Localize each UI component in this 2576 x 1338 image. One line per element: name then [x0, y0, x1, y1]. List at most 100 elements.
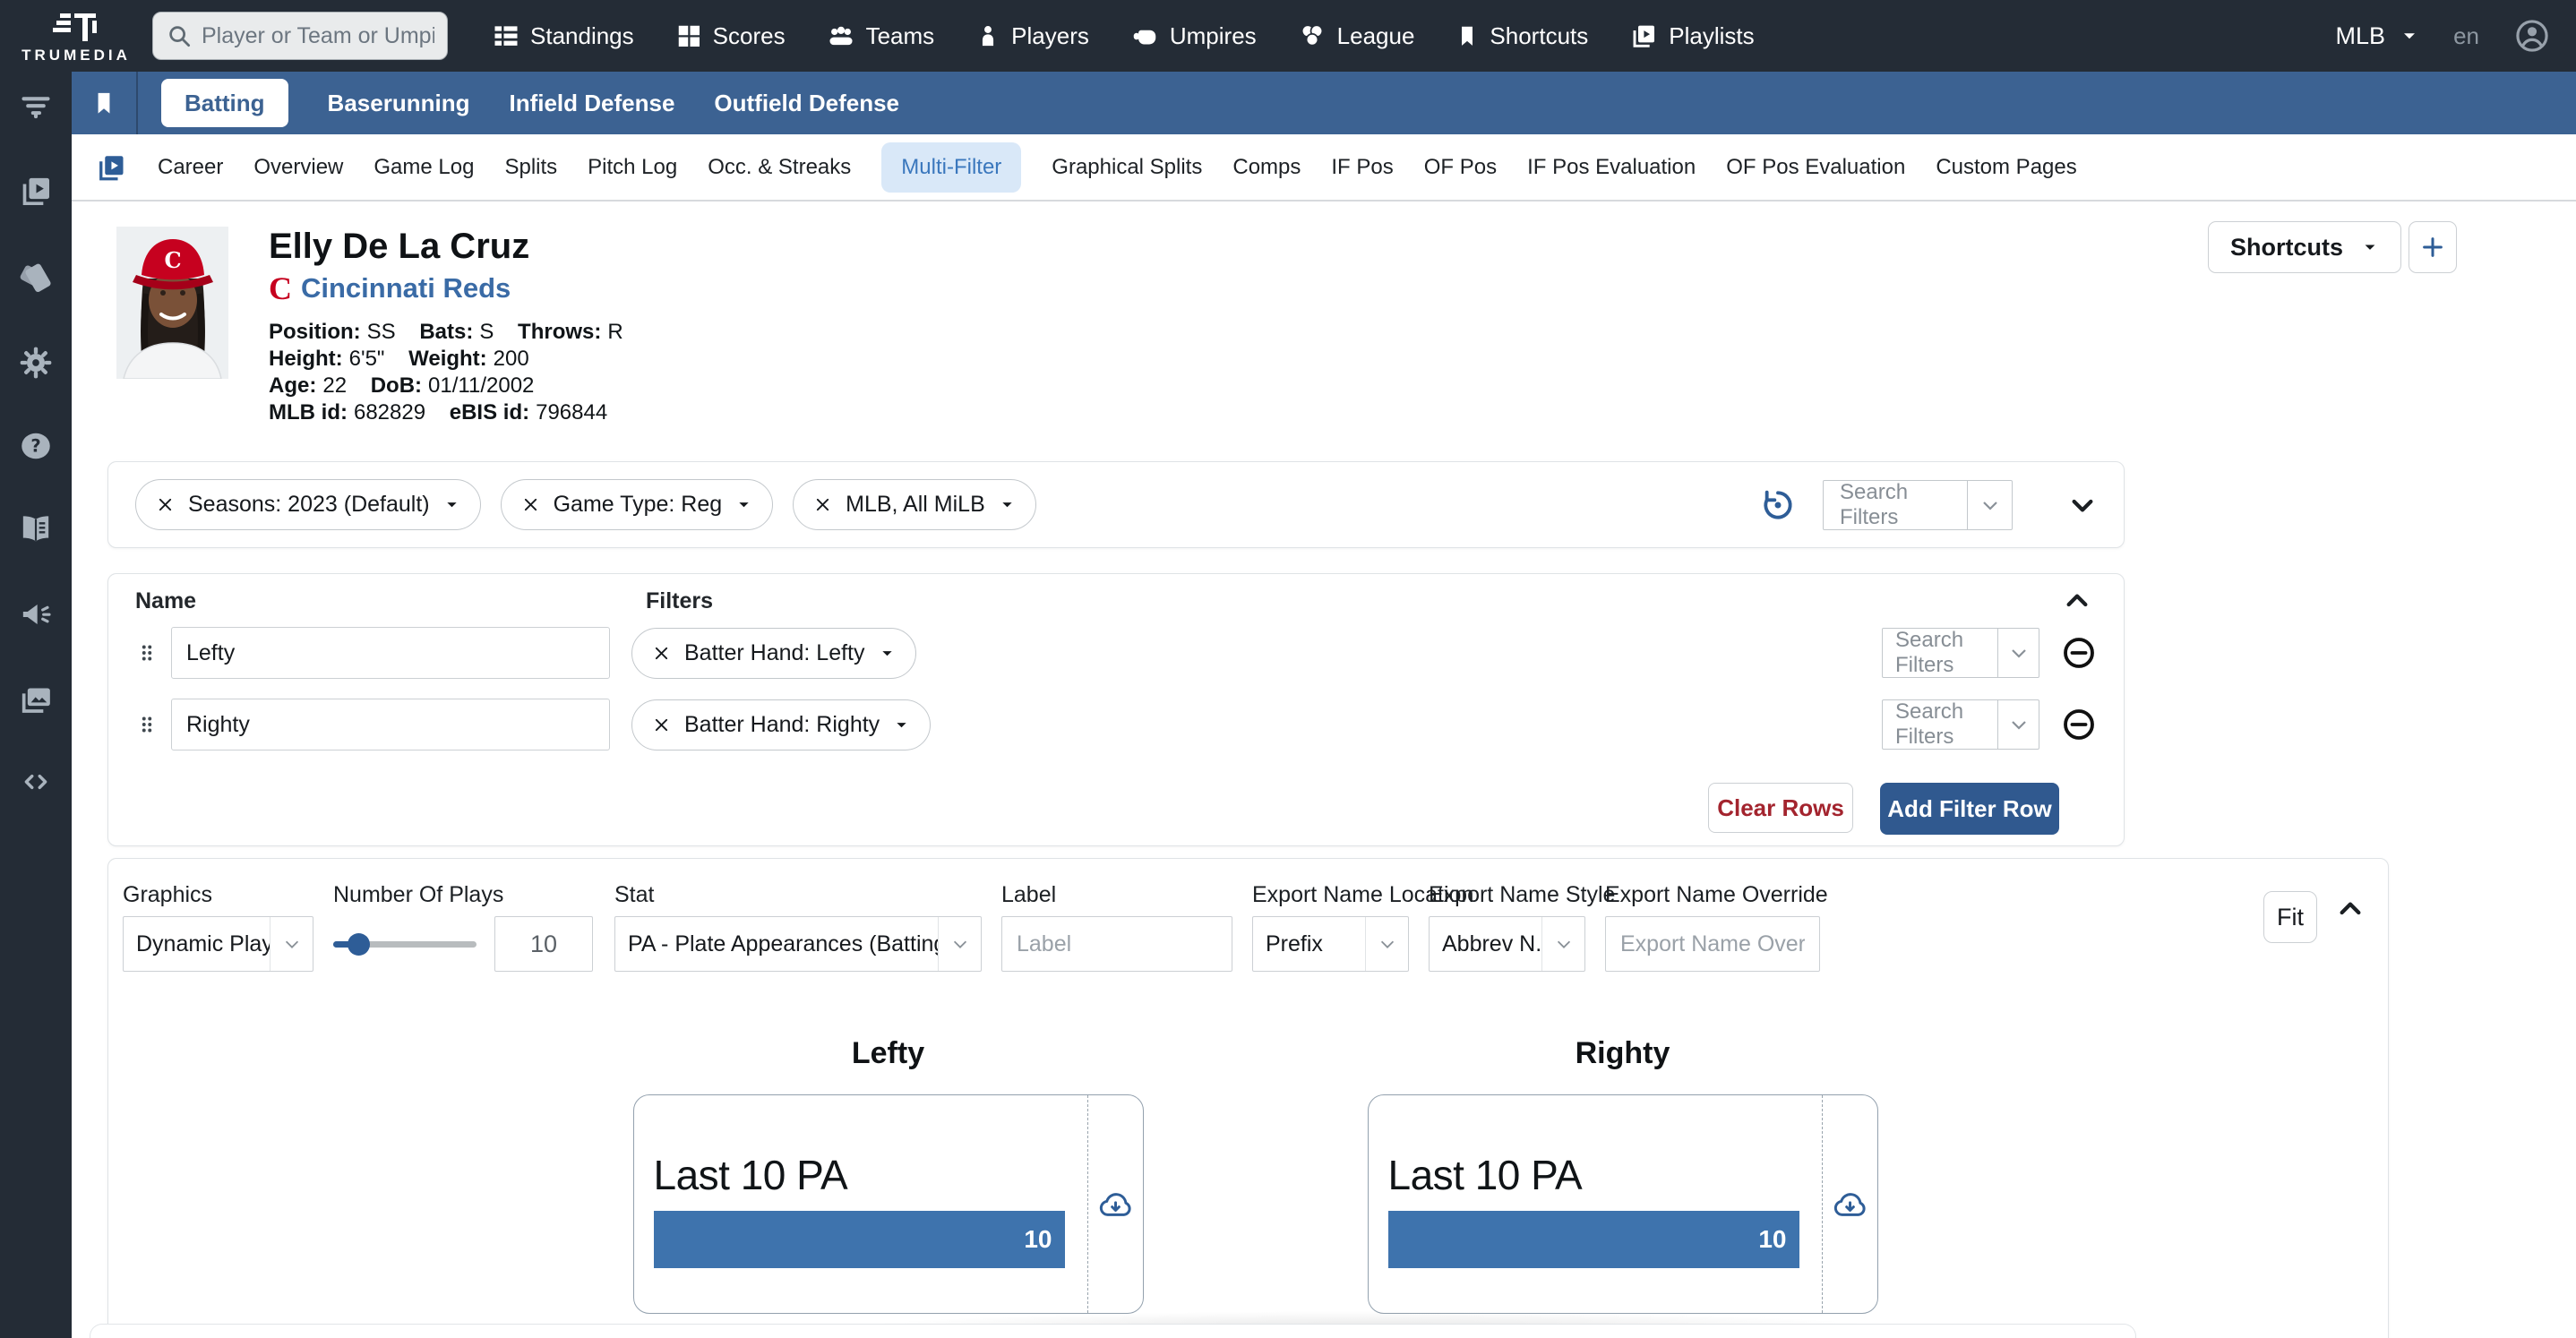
tab-infield-defense[interactable]: Infield Defense [509, 90, 674, 117]
glossary-book-icon[interactable] [17, 511, 55, 547]
expand-toolbar-chevron[interactable] [2068, 491, 2097, 519]
nav-shortcuts[interactable]: Shortcuts [1455, 22, 1588, 50]
search-filters-dropdown[interactable]: Search Filters [1823, 480, 2013, 530]
header-actions: Shortcuts [2208, 221, 2457, 273]
filter-icon[interactable] [19, 90, 53, 124]
tab-of-pos-evaluation[interactable]: OF Pos Evaluation [1726, 155, 1905, 180]
add-shortcut-button[interactable] [2409, 221, 2457, 273]
row-filter-chip[interactable]: Batter Hand: Lefty [631, 628, 916, 679]
tab-pitch-log[interactable]: Pitch Log [588, 155, 677, 180]
player-bio: Position:SS Bats:S Throws:R Height:6'5" … [269, 319, 641, 426]
nav-label: Umpires [1170, 22, 1257, 50]
close-icon[interactable] [652, 644, 671, 663]
caret-down-icon[interactable] [893, 716, 910, 733]
nav-playlists[interactable]: Playlists [1629, 21, 1754, 50]
tab-comps[interactable]: Comps [1232, 155, 1301, 180]
video-playlists-icon[interactable] [18, 173, 54, 209]
download-strip[interactable] [1087, 1095, 1143, 1313]
filter-chip-game-type[interactable]: Game Type: Reg [501, 479, 774, 530]
megaphone-icon[interactable] [17, 596, 55, 632]
tab-career[interactable]: Career [158, 155, 223, 180]
filter-history-icon[interactable] [1760, 487, 1796, 523]
plays-slider[interactable] [333, 941, 477, 948]
stat-select[interactable]: PA - Plate Appearances (Batting/Umpi... [614, 916, 982, 972]
collapse-graphics-chevron[interactable] [2336, 895, 2365, 923]
caret-down-icon[interactable] [443, 496, 460, 513]
slider-thumb[interactable] [348, 933, 370, 956]
caret-down-icon[interactable] [879, 645, 896, 662]
reds-logo: C [269, 272, 292, 304]
search-filters-dropdown[interactable]: Search Filters [1882, 699, 2039, 750]
tab-of-pos[interactable]: OF Pos [1424, 155, 1497, 180]
search-input[interactable] [202, 23, 434, 49]
gear-icon[interactable] [18, 345, 54, 381]
trumedia-logo[interactable]: TRUMEDIA [0, 8, 152, 64]
tab-multi-filter[interactable]: Multi-Filter [881, 142, 1021, 193]
league-selector[interactable]: MLB [2336, 22, 2420, 50]
collapse-panel-chevron[interactable] [2063, 587, 2091, 615]
close-icon[interactable] [156, 495, 175, 514]
tab-if-pos[interactable]: IF Pos [1331, 155, 1393, 180]
add-filter-row-button[interactable]: Add Filter Row [1880, 783, 2059, 835]
nav-standings[interactable]: Standings [493, 22, 634, 50]
team-name[interactable]: Cincinnati Reds [301, 272, 511, 304]
search-filters-dropdown[interactable]: Search Filters [1882, 628, 2039, 678]
row-filter-chip[interactable]: Batter Hand: Righty [631, 699, 931, 750]
tab-if-pos-evaluation[interactable]: IF Pos Evaluation [1527, 155, 1696, 180]
close-icon[interactable] [813, 495, 832, 514]
shortcuts-dropdown-button[interactable]: Shortcuts [2208, 221, 2401, 273]
tab-overview[interactable]: Overview [253, 155, 343, 180]
tab-game-log[interactable]: Game Log [374, 155, 474, 180]
remove-row-icon[interactable] [2061, 635, 2097, 671]
tab-batting[interactable]: Batting [161, 79, 288, 127]
export-name-location-select[interactable]: Prefix [1252, 916, 1409, 972]
nav-umpires[interactable]: Umpires [1130, 21, 1257, 50]
player-team[interactable]: C Cincinnati Reds [269, 272, 641, 304]
code-icon[interactable] [17, 767, 55, 797]
bookmark-icon [1455, 22, 1479, 49]
export-name-style-select[interactable]: Abbrev N... [1429, 916, 1585, 972]
drag-handle-icon[interactable] [135, 639, 171, 666]
close-icon[interactable] [521, 495, 540, 514]
export-name-override-input[interactable] [1605, 916, 1820, 972]
row-name-input[interactable] [171, 699, 610, 750]
caret-down-icon[interactable] [999, 496, 1016, 513]
nav-scores[interactable]: Scores [675, 22, 786, 50]
tab-baserunning[interactable]: Baserunning [328, 90, 470, 117]
tab-custom-pages[interactable]: Custom Pages [1936, 155, 2076, 180]
tab-occ-streaks[interactable]: Occ. & Streaks [708, 155, 851, 180]
clear-rows-button[interactable]: Clear Rows [1708, 783, 1853, 833]
bio-line: Position:SS Bats:S Throws:R [269, 319, 641, 346]
filter-chip-seasons[interactable]: Seasons: 2023 (Default) [135, 479, 481, 530]
filter-row-lefty: Batter Hand: Lefty Search Filters [135, 627, 2097, 679]
drag-handle-icon[interactable] [135, 711, 171, 738]
tab-graphical-splits[interactable]: Graphical Splits [1052, 155, 1202, 180]
cards-icon[interactable] [17, 258, 55, 296]
filter-chip-level[interactable]: MLB, All MiLB [793, 479, 1036, 530]
nav-league[interactable]: League [1298, 21, 1415, 50]
close-icon[interactable] [652, 716, 671, 734]
graphics-select[interactable]: Dynamic Play... [123, 916, 313, 972]
locale-label[interactable]: en [2453, 22, 2479, 50]
plays-count-input[interactable] [494, 916, 593, 972]
video-playlist-icon[interactable] [95, 151, 127, 184]
row-name-input[interactable] [171, 627, 610, 679]
media-images-icon[interactable] [17, 682, 55, 717]
chip-label: Batter Hand: Righty [684, 712, 880, 738]
user-account-icon[interactable] [2513, 17, 2551, 55]
nav-players[interactable]: Players [975, 22, 1089, 50]
nav-teams[interactable]: Teams [827, 21, 935, 50]
help-icon[interactable]: ? [18, 430, 54, 462]
nav-label: Players [1011, 22, 1089, 50]
label-input[interactable] [1001, 916, 1232, 972]
global-search[interactable] [152, 12, 448, 60]
tab-splits[interactable]: Splits [504, 155, 557, 180]
caret-down-icon[interactable] [735, 496, 752, 513]
remove-row-icon[interactable] [2061, 707, 2097, 742]
chip-label: Batter Hand: Lefty [684, 640, 865, 666]
download-strip[interactable] [1822, 1095, 1877, 1313]
tab-outfield-defense[interactable]: Outfield Defense [714, 90, 899, 117]
bookmark-icon[interactable] [91, 89, 116, 117]
fit-button[interactable]: Fit [2263, 891, 2317, 943]
label-label: Label [1001, 882, 1232, 908]
